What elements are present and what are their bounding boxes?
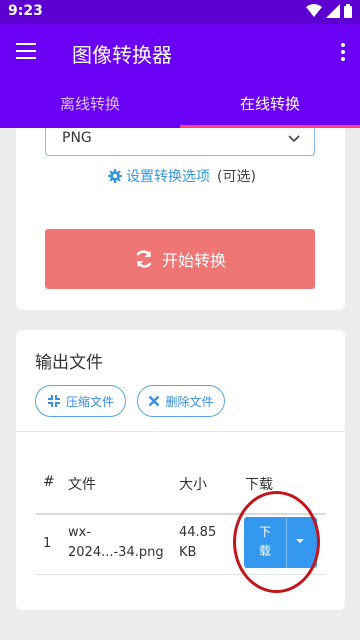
start-convert-button[interactable]: 开始转换 (45, 229, 315, 289)
refresh-icon (136, 250, 152, 268)
app-title: 图像转换器 (72, 43, 172, 67)
signal-icon (326, 4, 340, 18)
menu-icon[interactable] (16, 42, 38, 60)
more-options-icon[interactable] (340, 42, 346, 62)
download-split-divider (286, 517, 287, 568)
battery-icon (344, 4, 352, 18)
gear-icon (108, 169, 122, 183)
status-time: 9:23 (8, 3, 43, 19)
chevron-down-icon (288, 135, 300, 143)
dropdown-caret-icon[interactable] (296, 539, 304, 543)
format-select[interactable]: PNG (45, 128, 315, 156)
table-header-divider (36, 513, 326, 515)
download-button[interactable]: 下载 (244, 517, 317, 568)
column-header-file: 文件 (68, 477, 96, 493)
format-select-value: PNG (62, 130, 92, 146)
column-header-index: # (43, 474, 55, 490)
row-size-unit: KB (179, 545, 197, 560)
conversion-options-link[interactable]: 设置转换选项 (可选) (108, 166, 256, 186)
status-icons (306, 4, 352, 18)
compress-files-button[interactable]: 压缩文件 (35, 385, 126, 417)
tab-offline-convert[interactable]: 离线转换 (0, 80, 180, 128)
tab-bar: 离线转换 在线转换 (0, 80, 360, 128)
tab-online-convert[interactable]: 在线转换 (180, 80, 360, 128)
wifi-icon (306, 4, 322, 17)
download-label: 下载 (259, 525, 272, 558)
compress-icon (47, 395, 60, 407)
delete-files-label: 删除文件 (165, 394, 214, 409)
output-files-heading: 输出文件 (35, 353, 103, 373)
status-bar: 9:23 (0, 0, 360, 24)
delete-files-button[interactable]: 删除文件 (137, 385, 225, 417)
conversion-options-label: 设置转换选项 (126, 169, 210, 185)
column-header-size: 大小 (179, 477, 207, 493)
table-row-divider (36, 574, 326, 575)
divider (16, 431, 345, 432)
output-files-card: 输出文件 压缩文件 删除文件 # 文件 大小 下载 1 wx- 2024...-… (16, 330, 345, 610)
compress-files-label: 压缩文件 (65, 394, 114, 409)
row-file-line2: 2024...-34.png (68, 545, 164, 560)
app-bar: 图像转换器 (0, 24, 360, 80)
column-header-download: 下载 (245, 477, 273, 493)
row-size-value: 44.85 (179, 525, 217, 540)
row-index: 1 (43, 536, 52, 551)
optional-note: (可选) (217, 169, 256, 185)
close-icon (149, 395, 160, 407)
row-file-line1: wx- (68, 525, 92, 540)
start-convert-label: 开始转换 (161, 251, 226, 270)
